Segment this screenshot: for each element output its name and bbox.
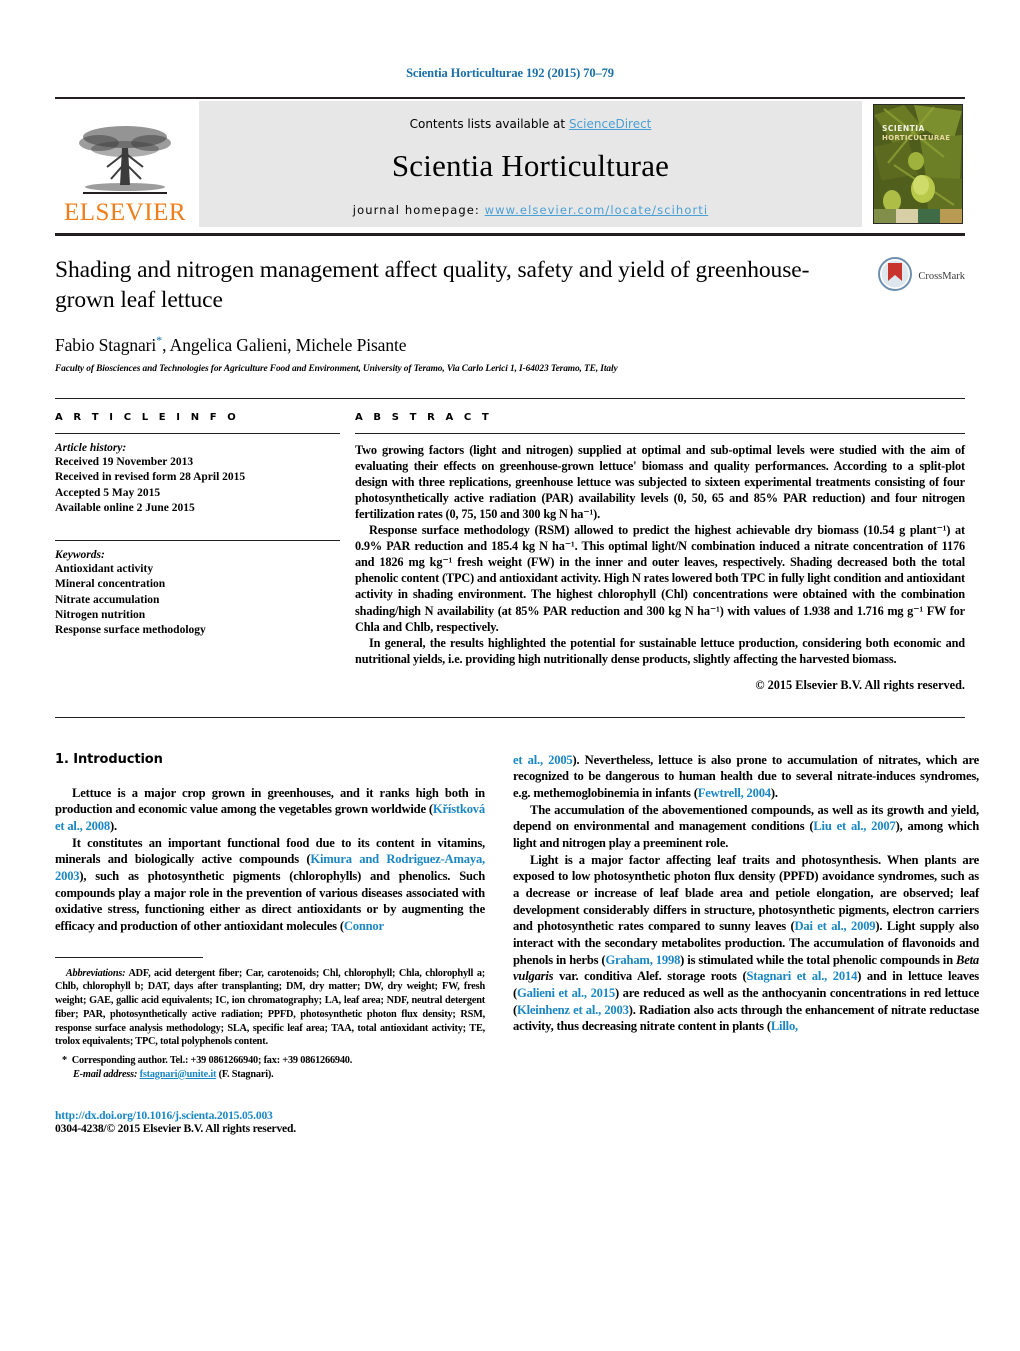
elsevier-logo: ELSEVIER xyxy=(55,101,195,227)
citation-link[interactable]: Kleinhenz et al., 2003 xyxy=(517,1003,629,1017)
citation-link[interactable]: Křístková et al., 2008 xyxy=(55,802,485,833)
email-link[interactable]: fstagnari@unite.it xyxy=(140,1069,217,1080)
body-paragraph: Lettuce is a major crop grown in greenho… xyxy=(55,785,485,834)
keywords-rule xyxy=(55,540,340,542)
sciencedirect-link[interactable]: ScienceDirect xyxy=(569,117,651,131)
email-label: E-mail address: xyxy=(73,1068,138,1080)
citation-link[interactable]: Fewtrell, 2004 xyxy=(698,786,771,800)
cover-image: SCIENTIA HORTICULTURAE xyxy=(872,104,963,224)
info-abstract-region: A R T I C L E I N F O Article history: R… xyxy=(55,412,965,693)
svg-text:HORTICULTURAE: HORTICULTURAE xyxy=(882,134,950,142)
body-paragraph: Light is a major factor affecting leaf t… xyxy=(513,852,980,1034)
section-heading-introduction: 1. Introduction xyxy=(55,751,163,767)
abbreviations-text: ADF, acid detergent fiber; Car, caroteno… xyxy=(55,967,485,1048)
history-item: Accepted 5 May 2015 xyxy=(55,486,161,499)
keyword-item: Nitrate accumulation xyxy=(55,593,160,606)
authors-text: Fabio Stagnari*, Angelica Galieni, Miche… xyxy=(55,333,407,356)
abstract-column: A B S T R A C T Two growing factors (lig… xyxy=(355,412,965,693)
title-block: Shading and nitrogen management affect q… xyxy=(55,236,965,374)
citation-link[interactable]: Dai et al., 2009 xyxy=(794,919,875,933)
journal-masthead: ELSEVIER Contents lists available at Sci… xyxy=(55,101,965,227)
affiliation: Faculty of Biosciences and Technologies … xyxy=(55,364,618,375)
body-paragraph: et al., 2005). Nevertheless, lettuce is … xyxy=(513,752,979,801)
keyword-item: Antioxidant activity xyxy=(55,563,154,576)
abbreviations-footnote: Abbreviations: ADF, acid detergent fiber… xyxy=(55,967,485,1049)
abstract-paragraph: Response surface methodology (RSM) allow… xyxy=(355,523,965,634)
article-info-column: A R T I C L E I N F O Article history: R… xyxy=(55,412,340,693)
elsevier-tree-icon xyxy=(69,121,181,199)
svg-text:SCIENTIA: SCIENTIA xyxy=(882,124,925,133)
journal-banner: Contents lists available at ScienceDirec… xyxy=(199,101,862,227)
email-footnote: E-mail address: fstagnari@unite.it (F. S… xyxy=(55,1068,485,1082)
crossmark-icon xyxy=(877,256,913,297)
history-item: Available online 2 June 2015 xyxy=(55,501,195,514)
copyright-line: © 2015 Elsevier B.V. All rights reserved… xyxy=(755,677,965,692)
citation-link[interactable]: Galieni et al., 2015 xyxy=(517,986,615,1000)
crossmark-label: CrossMark xyxy=(918,271,965,282)
body-paragraph: The accumulation of the abovementioned c… xyxy=(513,802,979,851)
author-list: Fabio Stagnari*, Angelica Galieni, Miche… xyxy=(55,333,965,356)
abstract-paragraph: Two growing factors (light and nitrogen)… xyxy=(355,443,965,522)
citation-link[interactable]: Liu et al., 2007 xyxy=(813,819,895,833)
body-paragraph: It constitutes an important functional f… xyxy=(55,835,485,934)
info-abstract-top-rule xyxy=(55,398,965,400)
body-column-right: et al., 2005). Nevertheless, lettuce is … xyxy=(513,752,979,1136)
journal-title: Scientia Horticulturae xyxy=(391,148,670,183)
journal-cover-thumbnail: SCIENTIA HORTICULTURAE xyxy=(870,101,965,227)
citation-link[interactable]: Stagnari et al., 2014 xyxy=(746,969,857,983)
page-title: Shading and nitrogen management affect q… xyxy=(55,257,810,313)
article-history-label: Article history: xyxy=(55,442,127,455)
corresponding-author-marker: * xyxy=(156,333,163,348)
keywords-label: Keywords: xyxy=(55,549,105,562)
keyword-item: Response surface methodology xyxy=(55,624,206,637)
footnote-rule xyxy=(55,956,203,958)
crossmark-badge[interactable]: CrossMark xyxy=(877,256,965,297)
abstract-paragraph: In general, the results highlighted the … xyxy=(355,635,965,666)
paper-page: Scientia Horticulturae 192 (2015) 70–79 xyxy=(0,0,1020,1351)
citation-link[interactable]: Connor xyxy=(344,919,384,933)
citation-link[interactable]: et al., 2005 xyxy=(513,753,573,767)
doi-link[interactable]: http://dx.doi.org/10.1016/j.scienta.2015… xyxy=(55,1109,485,1122)
running-head: Scientia Horticulturae 192 (2015) 70–79 xyxy=(406,66,614,80)
doi-block: http://dx.doi.org/10.1016/j.scienta.2015… xyxy=(55,1109,485,1135)
history-item: Received in revised form 28 April 2015 xyxy=(55,471,246,484)
abbreviations-label: Abbreviations: xyxy=(65,967,126,979)
article-info-rule xyxy=(55,433,340,435)
body-column-left: 1. Introduction Lettuce is a major crop … xyxy=(55,751,485,1135)
article-info-heading: A R T I C L E I N F O xyxy=(55,412,240,424)
corresponding-author-footnote: * Corresponding author. Tel.: +39 086126… xyxy=(62,1054,353,1066)
contents-available-line: Contents lists available at ScienceDirec… xyxy=(410,117,652,131)
elsevier-wordmark: ELSEVIER xyxy=(63,199,187,226)
citation-link[interactable]: Kimura and Rodriguez-Amaya, 2003 xyxy=(55,852,485,883)
keyword-item: Nitrogen nutrition xyxy=(55,609,146,622)
homepage-prefix: journal homepage: xyxy=(352,203,485,217)
header-rule xyxy=(55,97,965,99)
abstract-rule xyxy=(355,433,965,435)
abstract-heading: A B S T R A C T xyxy=(355,412,493,424)
contents-prefix: Contents lists available at xyxy=(409,117,569,131)
body-columns: 1. Introduction Lettuce is a major crop … xyxy=(55,751,979,1135)
abstract-bottom-rule xyxy=(55,716,965,718)
journal-homepage-line: journal homepage: www.elsevier.com/locat… xyxy=(353,203,708,217)
corresponding-author-text: Corresponding author. Tel.: +39 08612669… xyxy=(71,1054,353,1066)
citation-link[interactable]: Graham, 1998 xyxy=(605,953,680,967)
citation-link[interactable]: Lillo, xyxy=(771,1019,798,1033)
journal-homepage-link[interactable]: www.elsevier.com/locate/scihorti xyxy=(485,203,709,217)
keyword-item: Mineral concentration xyxy=(55,578,166,591)
history-item: Received 19 November 2013 xyxy=(55,456,194,469)
issn-copyright-line: 0304-4238/© 2015 Elsevier B.V. All right… xyxy=(55,1122,296,1136)
email-suffix: (F. Stagnari). xyxy=(216,1068,274,1080)
